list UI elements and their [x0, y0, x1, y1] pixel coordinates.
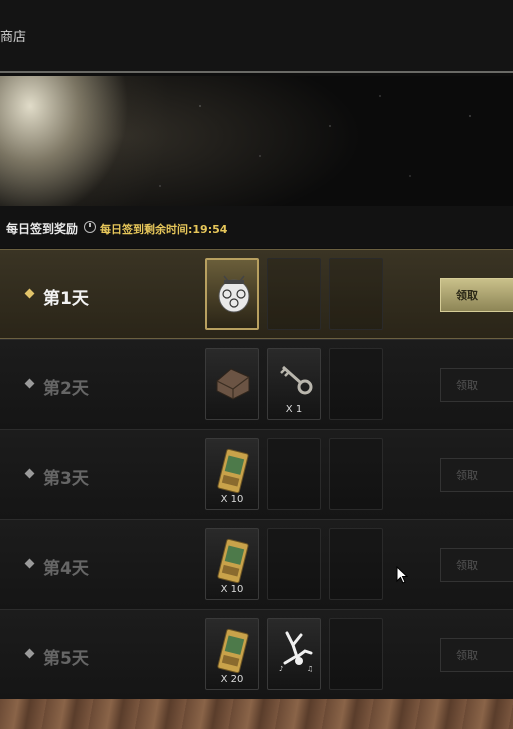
- header-divider: [0, 71, 513, 73]
- ticket-icon: [217, 628, 249, 674]
- reward-slot[interactable]: [205, 348, 259, 420]
- wood-floor-background: [0, 699, 513, 729]
- svg-text:♪: ♪: [279, 665, 283, 673]
- claim-button[interactable]: 领取: [440, 278, 513, 312]
- page-title: 商店: [0, 30, 27, 45]
- chest-icon: [216, 368, 250, 400]
- daily-timer: 每日签到剩余时间:19:54: [100, 223, 228, 236]
- reward-slot[interactable]: X 1: [267, 348, 321, 420]
- dance-emote-icon: ♪ ♫: [279, 631, 313, 673]
- reward-list: 第1天 领取 第2天 X 1 领取 第3天 X 10 领取 第4天 X 10 领…: [0, 249, 513, 699]
- reward-row-day-3: 第3天 X 10 领取: [0, 429, 513, 519]
- diamond-icon: [24, 648, 35, 659]
- empty-slot: [329, 348, 383, 420]
- mouse-cursor-icon: [396, 566, 408, 584]
- reward-slot[interactable]: ♪ ♫: [267, 618, 321, 690]
- empty-slot: [329, 528, 383, 600]
- day-label: 第4天: [43, 559, 89, 579]
- svg-text:♫: ♫: [307, 665, 313, 673]
- item-quantity: X 1: [285, 404, 303, 415]
- daily-reward-label: 每日签到奖励: [6, 222, 79, 236]
- reward-row-day-1: 第1天 领取: [0, 249, 513, 339]
- item-quantity: X 20: [220, 674, 244, 685]
- reward-row-day-5: 第5天 X 20 ♪ ♫ 领取: [0, 609, 513, 699]
- item-quantity: X 10: [220, 584, 244, 595]
- key-icon: [280, 365, 313, 395]
- reward-row-day-4: 第4天 X 10 领取: [0, 519, 513, 609]
- empty-slot: [267, 438, 321, 510]
- reward-slot[interactable]: [205, 258, 259, 330]
- ticket-icon: [217, 538, 249, 584]
- empty-slot: [329, 618, 383, 690]
- claim-button[interactable]: 领取: [440, 368, 513, 402]
- diamond-icon: [24, 558, 35, 569]
- banner-image: [0, 76, 513, 206]
- empty-slot: [329, 438, 383, 510]
- diamond-icon: [24, 288, 35, 299]
- day-label: 第1天: [43, 289, 89, 309]
- claim-button[interactable]: 领取: [440, 458, 513, 492]
- reward-slot[interactable]: X 10: [205, 438, 259, 510]
- item-quantity: X 10: [220, 494, 244, 505]
- clock-icon: [84, 221, 96, 233]
- diamond-icon: [24, 468, 35, 479]
- empty-slot: [267, 258, 321, 330]
- reward-slot[interactable]: X 20: [205, 618, 259, 690]
- claim-button[interactable]: 领取: [440, 548, 513, 582]
- claim-button[interactable]: 领取: [440, 638, 513, 672]
- empty-slot: [267, 528, 321, 600]
- reward-row-day-2: 第2天 X 1 领取: [0, 339, 513, 429]
- day-label: 第2天: [43, 379, 89, 399]
- day-label: 第3天: [43, 469, 89, 489]
- daily-info-bar: 每日签到奖励 每日签到剩余时间:19:54: [0, 206, 513, 248]
- empty-slot: [329, 258, 383, 330]
- reward-slot[interactable]: X 10: [205, 528, 259, 600]
- ticket-icon: [217, 448, 249, 494]
- mask-icon: [218, 275, 250, 313]
- day-label: 第5天: [43, 649, 89, 669]
- top-bar: 商店: [0, 0, 513, 73]
- diamond-icon: [24, 378, 35, 389]
